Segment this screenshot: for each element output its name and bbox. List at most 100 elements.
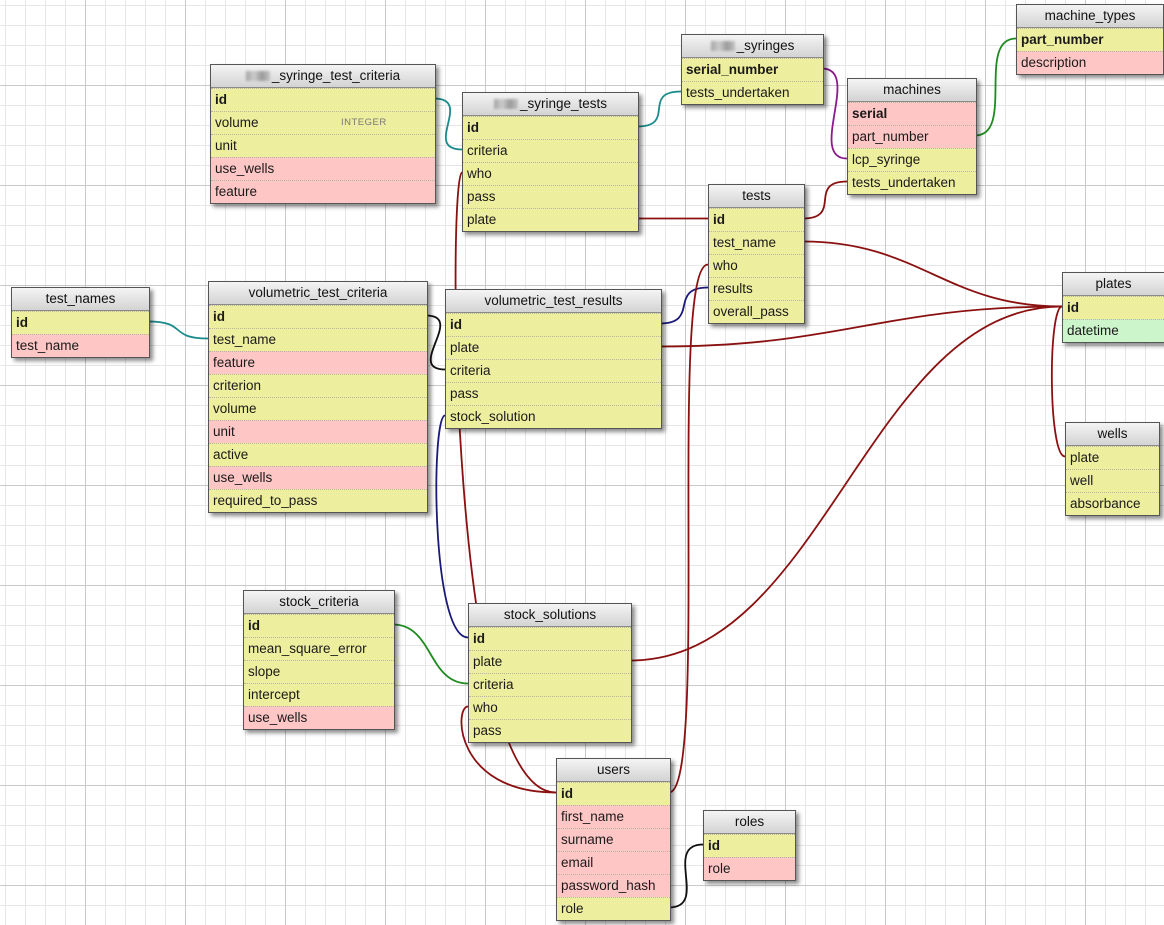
field-row[interactable]: id bbox=[12, 311, 149, 334]
field-row[interactable]: id bbox=[1063, 296, 1164, 319]
field-name: tests_undertaken bbox=[852, 175, 956, 190]
table-test-names[interactable]: test_names id test_name bbox=[11, 287, 150, 358]
field-name: plate bbox=[450, 340, 480, 355]
field-row[interactable]: volume INTEGER bbox=[211, 111, 435, 134]
field-row[interactable]: mean_square_error bbox=[244, 637, 394, 660]
field-row[interactable]: id bbox=[209, 305, 427, 328]
field-row[interactable]: well bbox=[1066, 469, 1159, 492]
table-header[interactable]: volumetric_test_results bbox=[446, 290, 661, 313]
table-header[interactable]: stock_criteria bbox=[244, 591, 394, 614]
table-machines[interactable]: machines serial part_number lcp_syringetest… bbox=[847, 78, 977, 195]
field-row[interactable]: active bbox=[209, 443, 427, 466]
field-row[interactable]: part_number bbox=[1017, 28, 1163, 51]
table-roles[interactable]: roles id role bbox=[703, 810, 796, 881]
field-row[interactable]: criterion bbox=[209, 374, 427, 397]
table-stock-solutions[interactable]: stock_solutions id plate criteria who pass bbox=[468, 603, 632, 743]
field-name: first_name bbox=[561, 809, 625, 824]
table-title: _syringe_tests bbox=[519, 96, 608, 111]
field-name: who bbox=[713, 258, 738, 273]
field-row[interactable]: feature bbox=[209, 351, 427, 374]
field-row[interactable]: who bbox=[709, 254, 804, 277]
field-row[interactable]: id bbox=[469, 627, 631, 650]
table-header[interactable]: tests bbox=[709, 185, 804, 208]
field-row[interactable]: use_wells bbox=[211, 157, 435, 180]
field-row[interactable]: serial bbox=[848, 102, 976, 125]
field-row[interactable]: plate bbox=[469, 650, 631, 673]
field-row[interactable]: plate bbox=[446, 336, 661, 359]
field-row[interactable]: intercept bbox=[244, 683, 394, 706]
field-row[interactable]: pass bbox=[463, 185, 638, 208]
field-row[interactable]: results bbox=[709, 277, 804, 300]
field-row[interactable]: id bbox=[709, 208, 804, 231]
field-row[interactable]: pass bbox=[446, 382, 661, 405]
field-name: feature bbox=[213, 355, 256, 370]
field-row[interactable]: id bbox=[244, 614, 394, 637]
table-header[interactable]: wells bbox=[1066, 423, 1159, 446]
field-row[interactable]: pass bbox=[469, 719, 631, 742]
field-row[interactable]: criteria bbox=[446, 359, 661, 382]
table-machine-types[interactable]: machine_types part_number description bbox=[1016, 4, 1164, 75]
field-row[interactable]: use_wells bbox=[209, 466, 427, 489]
table-volumetric-test-results[interactable]: volumetric_test_results id plate criteria pa… bbox=[445, 289, 662, 429]
field-row[interactable]: test_name bbox=[709, 231, 804, 254]
field-name: unit bbox=[213, 424, 235, 439]
table-plates[interactable]: plates id datetime bbox=[1062, 272, 1164, 343]
field-row[interactable]: feature bbox=[211, 180, 435, 203]
field-row[interactable]: password_hash bbox=[557, 874, 670, 897]
field-row[interactable]: who bbox=[463, 162, 638, 185]
field-row[interactable]: tests_undertaken bbox=[682, 81, 823, 104]
table-header[interactable]: stock_solutions bbox=[469, 604, 631, 627]
field-row[interactable]: serial_number bbox=[682, 58, 823, 81]
field-row[interactable]: who bbox=[469, 696, 631, 719]
field-row[interactable]: datetime bbox=[1063, 319, 1164, 342]
field-row[interactable]: tests_undertaken bbox=[848, 171, 976, 194]
table-header[interactable]: test_names bbox=[12, 288, 149, 311]
field-row[interactable]: required_to_pass bbox=[209, 489, 427, 512]
table-syringes[interactable]: _syringes serial_number tests_undertaken bbox=[681, 34, 824, 105]
field-row[interactable]: plate bbox=[463, 208, 638, 231]
field-row[interactable]: email bbox=[557, 851, 670, 874]
field-row[interactable]: test_name bbox=[12, 334, 149, 357]
field-row[interactable]: unit bbox=[209, 420, 427, 443]
field-row[interactable]: lcp_syringe bbox=[848, 148, 976, 171]
field-row[interactable]: id bbox=[557, 782, 670, 805]
field-row[interactable]: volume bbox=[209, 397, 427, 420]
table-header[interactable]: plates bbox=[1063, 273, 1164, 296]
field-row[interactable]: description bbox=[1017, 51, 1163, 74]
table-wells[interactable]: wells plate well absorbance bbox=[1065, 422, 1160, 516]
field-row[interactable]: part_number bbox=[848, 125, 976, 148]
table-header[interactable]: _syringe_test_criteria bbox=[211, 65, 435, 88]
field-name: part_number bbox=[852, 129, 929, 144]
field-row[interactable]: id bbox=[211, 88, 435, 111]
field-row[interactable]: slope bbox=[244, 660, 394, 683]
table-header[interactable]: users bbox=[557, 759, 670, 782]
field-row[interactable]: criteria bbox=[469, 673, 631, 696]
field-row[interactable]: stock_solution bbox=[446, 405, 661, 428]
table-stock-criteria[interactable]: stock_criteria id mean_square_error slope in… bbox=[243, 590, 395, 730]
table-header[interactable]: machines bbox=[848, 79, 976, 102]
field-row[interactable]: plate bbox=[1066, 446, 1159, 469]
field-row[interactable]: id bbox=[446, 313, 661, 336]
field-row[interactable]: unit bbox=[211, 134, 435, 157]
field-row[interactable]: role bbox=[704, 857, 795, 880]
field-row[interactable]: use_wells bbox=[244, 706, 394, 729]
field-row[interactable]: absorbance bbox=[1066, 492, 1159, 515]
field-row[interactable]: test_name bbox=[209, 328, 427, 351]
table-header[interactable]: _syringe_tests bbox=[463, 93, 638, 116]
field-row[interactable]: surname bbox=[557, 828, 670, 851]
field-row[interactable]: first_name bbox=[557, 805, 670, 828]
table-syringe-test-criteria[interactable]: _syringe_test_criteria id volume INTEGER uni… bbox=[210, 64, 436, 204]
table-syringe-tests[interactable]: _syringe_testsid criteria who pass plate bbox=[462, 92, 639, 232]
field-row[interactable]: id bbox=[463, 116, 638, 139]
field-row[interactable]: role bbox=[557, 897, 670, 920]
field-row[interactable]: criteria bbox=[463, 139, 638, 162]
field-row[interactable]: overall_pass bbox=[709, 300, 804, 323]
table-header[interactable]: roles bbox=[704, 811, 795, 834]
table-volumetric-test-criteria[interactable]: volumetric_test_criteria id test_namefeatu… bbox=[208, 281, 428, 513]
table-header[interactable]: machine_types bbox=[1017, 5, 1163, 28]
table-tests[interactable]: tests id test_namewho results overall_pass bbox=[708, 184, 805, 324]
field-row[interactable]: id bbox=[704, 834, 795, 857]
table-users[interactable]: users id first_namesurname email password_ha… bbox=[556, 758, 671, 921]
table-header[interactable]: _syringes bbox=[682, 35, 823, 58]
table-header[interactable]: volumetric_test_criteria bbox=[209, 282, 427, 305]
